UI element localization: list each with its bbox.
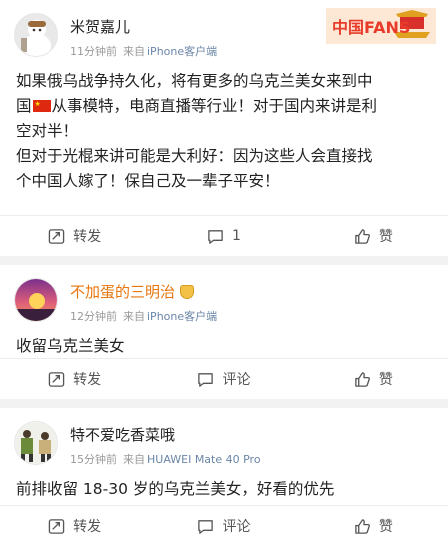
thumbs-up-icon	[355, 518, 370, 534]
repost-button[interactable]: 转发	[0, 516, 149, 536]
repost-icon	[48, 371, 65, 387]
post-meta: 11分钟前 来自 iPhone客户端	[70, 43, 217, 59]
like-button[interactable]: 赞	[299, 226, 448, 246]
like-button[interactable]: 赞	[299, 369, 448, 389]
post-content: 前排收留 18-30 岁的乌克兰美女，好看的优先	[16, 480, 335, 498]
repost-icon	[48, 228, 65, 244]
post-device: iPhone客户端	[147, 310, 218, 323]
avatar[interactable]	[14, 13, 58, 57]
post-device: iPhone客户端	[147, 45, 218, 58]
avatar[interactable]	[14, 278, 58, 322]
china-fans-logo: 中国FANS	[326, 8, 436, 44]
username[interactable]: 特不爱吃香菜哦	[70, 424, 261, 445]
repost-icon	[48, 518, 65, 534]
like-button[interactable]: 赞	[299, 516, 448, 536]
comment-button[interactable]: 1	[149, 228, 298, 245]
post-3: 特不爱吃香菜哦 15分钟前 来自 HUAWEI Mate 40 Pro 前排收留 1…	[0, 408, 448, 546]
china-flag-icon	[32, 100, 51, 112]
post-time: 11分钟前	[70, 45, 117, 58]
post-source: 来自 HUAWEI Mate 40 Pro	[123, 453, 261, 466]
post-time: 12分钟前	[70, 310, 117, 323]
post-1: 中国FANS 米贺嘉儿 11分钟前 来自 iPhone客户端 如果俄乌战争持久化，将…	[0, 0, 448, 256]
post-2: 不加蛋的三明治 12分钟前 来自 iPhone客户端 收留乌克兰美女 转发 评论 赞	[0, 265, 448, 399]
action-bar: 转发 评论 赞	[0, 505, 448, 546]
username[interactable]: 不加蛋的三明治	[70, 281, 217, 302]
post-content: 收留乌克兰美女	[16, 337, 125, 355]
post-meta: 15分钟前 来自 HUAWEI Mate 40 Pro	[70, 451, 261, 467]
comment-icon	[198, 519, 214, 534]
crown-badge-icon	[180, 284, 195, 299]
avatar[interactable]	[14, 421, 58, 465]
post-source: 来自 iPhone客户端	[123, 310, 218, 323]
post-device: HUAWEI Mate 40 Pro	[147, 453, 261, 466]
thumbs-up-icon	[355, 228, 370, 244]
repost-button[interactable]: 转发	[0, 226, 149, 246]
comment-icon	[198, 372, 214, 387]
post-content: 如果俄乌战争持久化，将有更多的乌克兰美女来到中 国从事模特，电商直播等行业！对于…	[14, 69, 434, 194]
action-bar: 转发 1 赞	[0, 215, 448, 256]
comment-icon	[208, 229, 223, 244]
post-source: 来自 iPhone客户端	[123, 45, 218, 58]
action-bar: 转发 评论 赞	[0, 358, 448, 399]
post-time: 15分钟前	[70, 453, 117, 466]
post-meta: 12分钟前 来自 iPhone客户端	[70, 308, 217, 324]
comment-button[interactable]: 评论	[149, 369, 298, 389]
svg-text:中国FANS: 中国FANS	[332, 18, 410, 37]
comment-button[interactable]: 评论	[149, 516, 298, 536]
thumbs-up-icon	[355, 371, 370, 387]
username[interactable]: 米贺嘉儿	[70, 16, 217, 37]
repost-button[interactable]: 转发	[0, 369, 149, 389]
